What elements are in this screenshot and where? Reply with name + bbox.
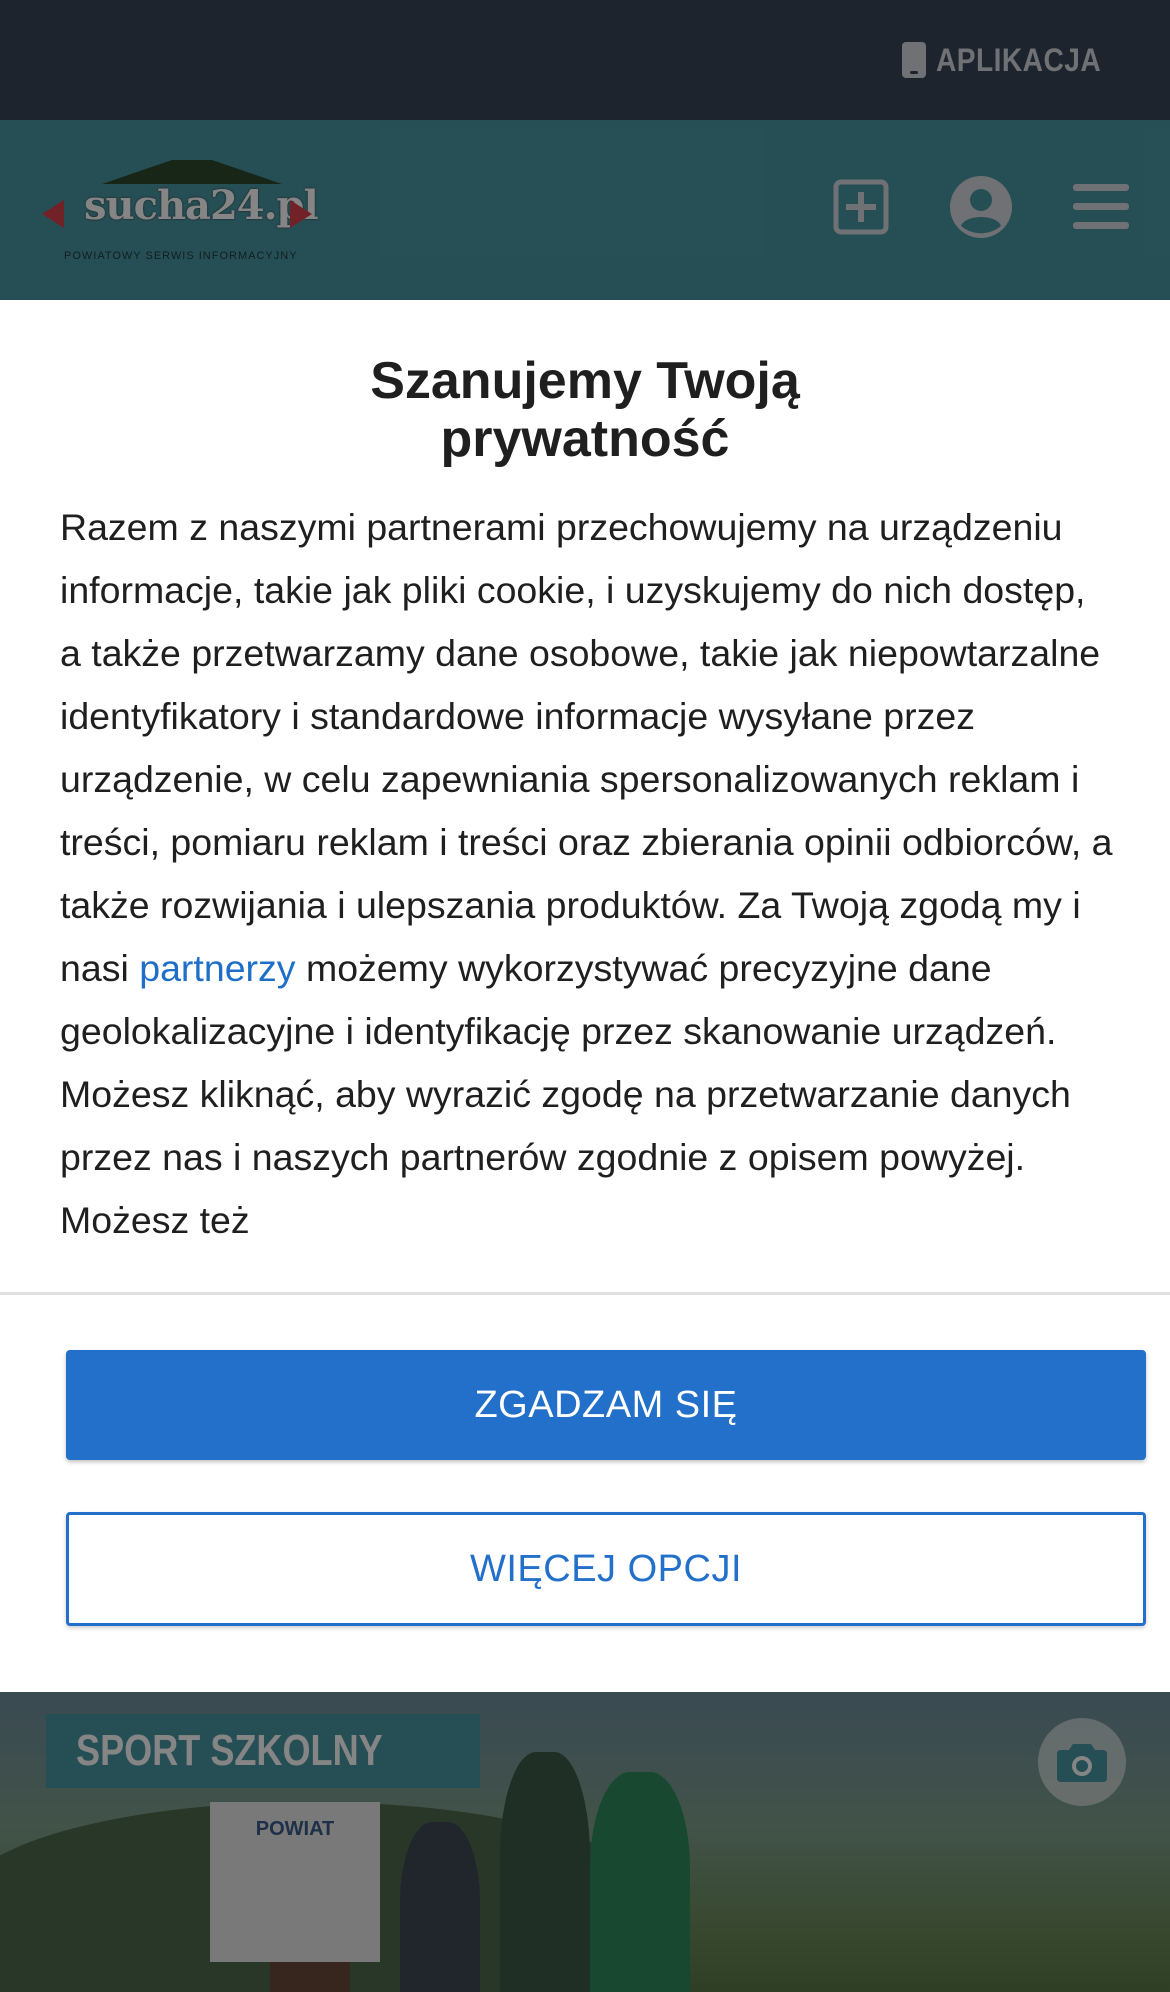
more-options-button[interactable]: WIĘCEJ OPCJI bbox=[66, 1512, 1146, 1626]
partners-link[interactable]: partnerzy bbox=[139, 947, 295, 989]
consent-text: Razem z naszymi partnerami przechowujemy… bbox=[60, 496, 1116, 1252]
consent-text-part2: możemy wykorzystywać precyzyjne dane geo… bbox=[60, 947, 1071, 1241]
consent-text-part1: Razem z naszymi partnerami przechowujemy… bbox=[60, 506, 1113, 989]
consent-body[interactable]: Razem z naszymi partnerami przechowujemy… bbox=[60, 496, 1116, 1442]
dialog-divider bbox=[0, 1292, 1170, 1295]
consent-title-line1: Szanujemy Twoją bbox=[370, 352, 800, 410]
agree-button[interactable]: ZGADZAM SIĘ bbox=[66, 1350, 1146, 1460]
consent-title-line2: prywatność bbox=[440, 410, 730, 468]
consent-dialog: Szanujemy Twoją prywatność Razem z naszy… bbox=[0, 300, 1170, 1692]
consent-title: Szanujemy Twoją prywatność bbox=[0, 352, 1170, 468]
